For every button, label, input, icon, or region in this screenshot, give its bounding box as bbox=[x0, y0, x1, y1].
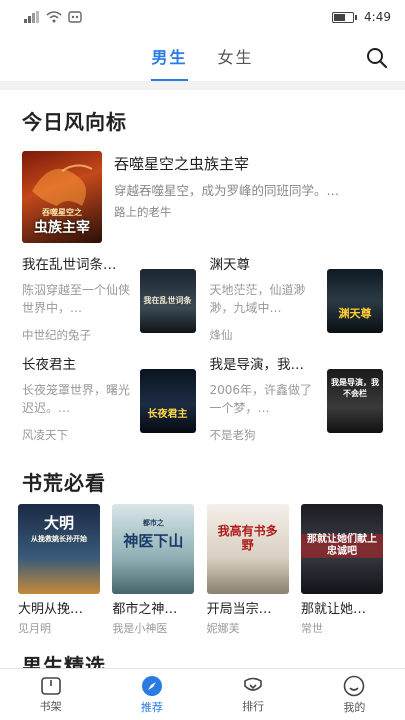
section-title-must-read: 书荒必看 bbox=[22, 471, 106, 495]
nav-label: 推荐 bbox=[140, 700, 163, 714]
book-author: 路上的老牛 bbox=[114, 205, 172, 219]
book-title: 我是导演，我… bbox=[209, 357, 305, 373]
status-bar: 4:49 bbox=[0, 0, 405, 34]
section-title-selected: 男生精选 bbox=[22, 654, 106, 668]
list-item[interactable]: 我是导演，我… 2006年，许鑫做了一个梦，… 不是老狗 我是导演，我不会栏 bbox=[209, 349, 383, 449]
status-icons bbox=[24, 11, 82, 23]
wifi-icon bbox=[46, 11, 62, 23]
cover-title: 虫族主宰 bbox=[34, 220, 90, 236]
cover-title: 神医下山 bbox=[123, 532, 184, 550]
section-title-trending: 今日风向标 bbox=[22, 110, 127, 134]
notification-icon bbox=[68, 11, 82, 23]
book-title: 渊天尊 bbox=[209, 257, 251, 273]
compass-icon bbox=[141, 675, 162, 696]
list-item[interactable]: 长夜君主 长夜笼罩世界，曙光迟迟。… 风凌天下 长夜君主 bbox=[22, 349, 196, 449]
book-desc: 陈泅穿越至一个仙侠世界中，… bbox=[22, 283, 131, 315]
battery-icon bbox=[332, 11, 358, 23]
gender-tabs: 男生 女生 bbox=[151, 44, 254, 81]
book-desc: 2006年，许鑫做了一个梦，… bbox=[209, 383, 313, 415]
cover-title: 那就让她们献上忠诚吧 bbox=[300, 534, 383, 558]
cover-title: 长夜君主 bbox=[147, 409, 188, 420]
book-author: 不是老狗 bbox=[209, 428, 256, 442]
cover-title: 大明 bbox=[43, 514, 74, 532]
book-author: 风凌天下 bbox=[22, 428, 68, 442]
book-cover[interactable]: 长夜君主 bbox=[139, 369, 196, 433]
list-item[interactable]: 渊天尊 天地茫茫，仙道渺渺，九域中… 烽仙 渊天尊 bbox=[209, 249, 383, 349]
bookshelf-icon bbox=[40, 676, 61, 695]
featured-book[interactable]: 吞噬星空之 虫族主宰 吞噬星空之虫族主宰 穿越吞噬星空，成为罗峰的同班同学。… … bbox=[0, 143, 405, 243]
tab-female[interactable]: 女生 bbox=[218, 44, 254, 72]
book-title: 大明从挽… bbox=[18, 602, 84, 617]
book-author: 我是小神医 bbox=[112, 622, 168, 635]
status-time: 4:49 bbox=[364, 10, 391, 24]
book-desc: 穿越吞噬星空，成为罗峰的同班同学。… bbox=[114, 183, 340, 198]
book-cover[interactable]: 渊天尊 bbox=[327, 269, 383, 333]
trending-grid: 我在乱世词条… 陈泅穿越至一个仙侠世界中，… 中世纪的兔子 我在乱世词条 渊天尊… bbox=[0, 249, 405, 449]
book-author: 见月明 bbox=[18, 622, 51, 635]
nav-label: 我的 bbox=[343, 700, 366, 714]
list-item[interactable]: 我在乱世词条… 陈泅穿越至一个仙侠世界中，… 中世纪的兔子 我在乱世词条 bbox=[22, 249, 196, 349]
book-card[interactable]: 我高有书多野 开局当宗… 妮娜芙 bbox=[206, 504, 289, 636]
tab-male[interactable]: 男生 bbox=[151, 44, 188, 81]
cover-subtitle: 都市之 bbox=[142, 519, 164, 527]
book-card[interactable]: 那就让她们献上忠诚吧 那就让她… 常世 bbox=[300, 504, 383, 636]
book-title: 长夜君主 bbox=[22, 357, 76, 373]
header: 男生 女生 bbox=[0, 34, 405, 82]
book-cover[interactable]: 大明 从挽救姚长孙开始 bbox=[18, 504, 100, 594]
nav-recommend[interactable]: 推荐 bbox=[101, 669, 202, 720]
book-cover[interactable]: 那就让她们献上忠诚吧 bbox=[300, 504, 383, 594]
cover-title: 我是导演，我不会栏 bbox=[331, 378, 379, 398]
nav-label: 书架 bbox=[39, 699, 62, 713]
nav-profile[interactable]: 我的 bbox=[304, 669, 405, 720]
book-title: 我在乱世词条… bbox=[22, 257, 117, 273]
book-author: 烽仙 bbox=[209, 328, 233, 342]
cover-subtitle: 从挽救姚长孙开始 bbox=[31, 535, 87, 543]
search-icon[interactable] bbox=[365, 46, 389, 70]
book-desc: 长夜笼罩世界，曙光迟迟。… bbox=[22, 383, 131, 415]
signal-icon bbox=[24, 11, 39, 23]
bottom-nav: 书架 推荐 排行 我的 bbox=[0, 668, 405, 720]
must-read-row: 大明 从挽救姚长孙开始 大明从挽… 见月明 都市之 神医下山 都市之神… 我是小… bbox=[0, 504, 405, 636]
book-title: 开局当宗… bbox=[206, 602, 272, 617]
book-card[interactable]: 都市之 神医下山 都市之神… 我是小神医 bbox=[112, 504, 195, 636]
book-author: 常世 bbox=[300, 622, 323, 635]
nav-ranking[interactable]: 排行 bbox=[203, 669, 304, 720]
cover-title: 我高有书多野 bbox=[217, 524, 278, 552]
book-desc: 天地茫茫，仙道渺渺，九域中… bbox=[209, 283, 306, 315]
book-title: 吞噬星空之虫族主宰 bbox=[114, 155, 250, 173]
book-cover[interactable]: 我是导演，我不会栏 bbox=[327, 369, 383, 433]
book-title: 都市之神… bbox=[112, 602, 178, 617]
book-author: 妮娜芙 bbox=[206, 622, 240, 635]
book-cover[interactable]: 我高有书多野 bbox=[206, 504, 289, 594]
cover-title: 渊天尊 bbox=[338, 307, 372, 320]
nav-label: 排行 bbox=[242, 699, 265, 713]
book-cover[interactable]: 都市之 神医下山 bbox=[112, 504, 195, 594]
ranking-icon bbox=[244, 677, 262, 691]
book-cover[interactable]: 吞噬星空之 虫族主宰 bbox=[22, 151, 102, 243]
cover-title: 我在乱世词条 bbox=[143, 296, 192, 305]
nav-bookshelf[interactable]: 书架 bbox=[0, 669, 101, 720]
profile-icon bbox=[344, 675, 365, 696]
book-card[interactable]: 大明 从挽救姚长孙开始 大明从挽… 见月明 bbox=[18, 504, 100, 636]
main-content: 今日风向标 吞噬星空之 虫族主宰 吞噬星空之虫族主宰 穿越吞噬星空，成为罗峰的同… bbox=[0, 90, 405, 668]
book-author: 中世纪的兔子 bbox=[22, 328, 91, 342]
book-cover[interactable]: 我在乱世词条 bbox=[139, 269, 196, 333]
book-title: 那就让她… bbox=[300, 602, 366, 617]
